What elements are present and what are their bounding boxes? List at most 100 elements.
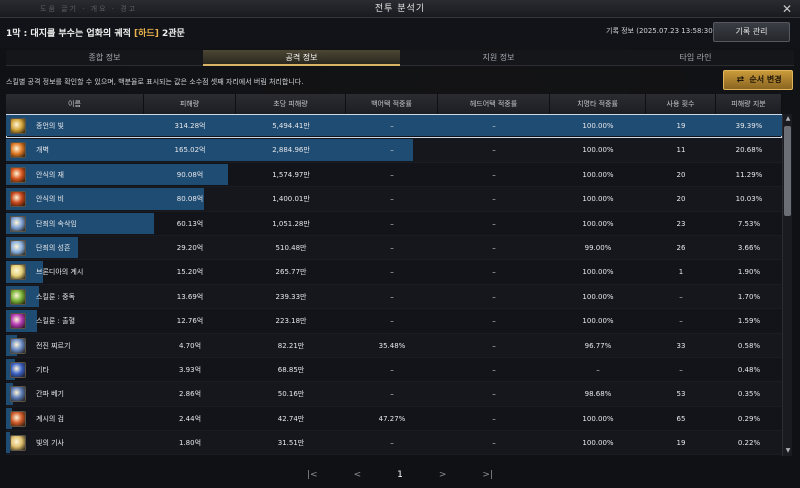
last-page-icon[interactable]: >| xyxy=(482,466,493,484)
damage-value: 2.44억 xyxy=(178,414,202,423)
next-page-icon[interactable]: > xyxy=(439,466,447,484)
record-manage-button[interactable]: 기록 관리 xyxy=(713,22,790,42)
skill-icon xyxy=(10,313,26,330)
damage-value: 165.02억 xyxy=(174,146,206,155)
col-back-attack[interactable]: 백어택 적중률 xyxy=(346,94,438,114)
head-attack-value: – xyxy=(492,170,496,179)
skill-icon xyxy=(10,166,26,183)
table-row[interactable]: 기타 3.93억 68.85만 – – – – 0.48% xyxy=(6,357,782,383)
damage-value: 1.80억 xyxy=(178,439,202,448)
dps-value: 1,400.01만 xyxy=(272,195,310,204)
col-share[interactable]: 피해량 지분 xyxy=(716,94,782,114)
col-crit[interactable]: 치명타 적중률 xyxy=(550,94,646,114)
table-row[interactable]: 전진 찌르기 4.70억 82.21만 35.48% – 96.77% 33 0.58% xyxy=(6,333,782,358)
use-count: 20 xyxy=(676,195,686,204)
dps-value: 82.21만 xyxy=(277,341,305,350)
crit-value: 100.00% xyxy=(582,414,614,423)
skill-icon xyxy=(10,386,26,403)
tab-timeline[interactable]: 타임 라인 xyxy=(597,50,794,66)
use-count: – xyxy=(679,292,683,301)
back-attack-value: – xyxy=(390,243,394,252)
table-row[interactable]: 스킬룬 : 출혈 12.76억 223.18만 – – 100.00% – 1.59% xyxy=(6,309,782,334)
use-count: 26 xyxy=(676,243,686,252)
back-attack-value: – xyxy=(390,317,394,326)
first-page-icon[interactable]: |< xyxy=(307,466,318,484)
order-change-button[interactable]: ⇄ 순서 변경 xyxy=(723,70,793,90)
crit-value: 98.68% xyxy=(584,390,612,399)
skill-icon xyxy=(10,288,26,305)
table-scrollbar[interactable]: ▲ ▼ xyxy=(782,114,792,456)
table-row[interactable]: 스킬룬 : 중독 13.69억 239.33만 – – 100.00% – 1.70% xyxy=(6,284,782,310)
raid-gate: 2관문 xyxy=(158,29,185,39)
crit-value: 100.00% xyxy=(582,195,614,204)
use-count: 20 xyxy=(676,170,686,179)
dps-value: 1,574.97만 xyxy=(272,170,310,179)
head-attack-value: – xyxy=(492,195,496,204)
back-attack-value: 35.48% xyxy=(378,341,406,350)
col-uses[interactable]: 사용 횟수 xyxy=(646,94,716,114)
crit-value: 100.00% xyxy=(582,219,614,228)
use-count: 19 xyxy=(676,439,686,448)
damage-value: 80.08억 xyxy=(176,195,204,204)
head-attack-value: – xyxy=(492,341,496,350)
crit-value: – xyxy=(596,365,600,374)
crit-value: 100.00% xyxy=(582,292,614,301)
scroll-down-icon[interactable]: ▼ xyxy=(783,446,793,456)
use-count: – xyxy=(679,317,683,326)
use-count: 53 xyxy=(676,390,686,399)
table-row[interactable]: 브론디아의 계시 15.20억 265.77만 – – 100.00% 1 1.90% xyxy=(6,260,782,285)
damage-share: 1.70% xyxy=(737,292,761,301)
skill-name: 스킬룬 : 중독 xyxy=(36,292,76,301)
dps-value: 1,051.28만 xyxy=(272,219,310,228)
tab-attack[interactable]: 공격 정보 xyxy=(203,50,400,66)
skill-icon xyxy=(10,410,26,427)
skill-name: 계시의 검 xyxy=(36,414,64,423)
table-header: 이름 피해량 초당 피해량 백어택 적중률 헤드어택 적중률 치명타 적중률 사… xyxy=(6,94,782,114)
damage-share: 0.22% xyxy=(737,439,761,448)
table-row[interactable]: 안식의 비 80.08억 1,400.01만 – – 100.00% 20 10.03% xyxy=(6,187,782,212)
use-count: 65 xyxy=(676,414,686,423)
skill-icon xyxy=(10,215,26,232)
raid-header: 1막 : 대지를 부수는 업화의 궤적 [하드] 2관문 기록 정보 (2025… xyxy=(0,18,800,48)
close-icon[interactable]: ✕ xyxy=(780,2,794,16)
col-damage[interactable]: 피해량 xyxy=(144,94,236,114)
table-row[interactable]: 계시의 검 2.44억 42.74만 47.27% – 100.00% 65 0.29% xyxy=(6,406,782,432)
current-page[interactable]: 1 xyxy=(397,466,403,484)
skill-name: 단죄의 속삭임 xyxy=(36,219,77,228)
scroll-up-icon[interactable]: ▲ xyxy=(783,114,793,124)
back-attack-value: 47.27% xyxy=(378,414,406,423)
tab-overview[interactable]: 종합 정보 xyxy=(6,50,203,66)
dps-value: 5,494.41만 xyxy=(272,122,310,130)
skill-name: 안식의 재 xyxy=(36,170,64,179)
damage-share: 39.39% xyxy=(735,122,763,130)
crit-value: 100.00% xyxy=(582,439,614,448)
damage-value: 60.13억 xyxy=(176,219,204,228)
col-name[interactable]: 이름 xyxy=(6,94,144,114)
table-row[interactable]: 종언의 빛 314.28억 5,494.41만 – – 100.00% 19 39.39% xyxy=(6,114,782,139)
background-menu-text: 도움 글기 · 개요 · 경고 xyxy=(40,5,138,13)
tab-support[interactable]: 지원 정보 xyxy=(400,50,597,66)
head-attack-value: – xyxy=(492,439,496,448)
col-head-attack[interactable]: 헤드어택 적중률 xyxy=(438,94,550,114)
table-row[interactable]: 개벽 165.02억 2,884.96만 – – 100.00% 11 20.68% xyxy=(6,138,782,163)
back-attack-value: – xyxy=(390,268,394,277)
prev-page-icon[interactable]: < xyxy=(354,466,362,484)
record-info: 기록 정보 (2025.07.23 13:58:30) xyxy=(606,27,716,35)
col-dps[interactable]: 초당 피해량 xyxy=(236,94,346,114)
damage-share: 0.29% xyxy=(737,414,761,423)
dps-value: 50.16만 xyxy=(277,390,305,399)
skill-icon xyxy=(10,142,26,159)
table-row[interactable]: 빛의 기사 1.80억 31.51만 – – 100.00% 19 0.22% xyxy=(6,431,782,456)
table-row[interactable]: 간파 베기 2.86억 50.16만 – – 98.68% 53 0.35% xyxy=(6,382,782,407)
scroll-thumb[interactable] xyxy=(784,126,791,216)
use-count: – xyxy=(679,365,683,374)
table-row[interactable]: 안식의 재 90.08억 1,574.97만 – – 100.00% 20 11.29% xyxy=(6,162,782,188)
table-row[interactable]: 단죄의 속삭임 60.13억 1,051.28만 – – 100.00% 23 7.53% xyxy=(6,211,782,236)
back-attack-value: – xyxy=(390,390,394,399)
dps-value: 68.85만 xyxy=(277,365,305,374)
tab-bar: 종합 정보 공격 정보 지원 정보 타임 라인 xyxy=(6,50,794,66)
dps-value: 239.33만 xyxy=(275,292,307,301)
head-attack-value: – xyxy=(492,317,496,326)
damage-share: 11.29% xyxy=(735,170,763,179)
table-row[interactable]: 단죄의 성흔 29.20억 510.48만 – – 99.00% 26 3.66% xyxy=(6,235,782,261)
